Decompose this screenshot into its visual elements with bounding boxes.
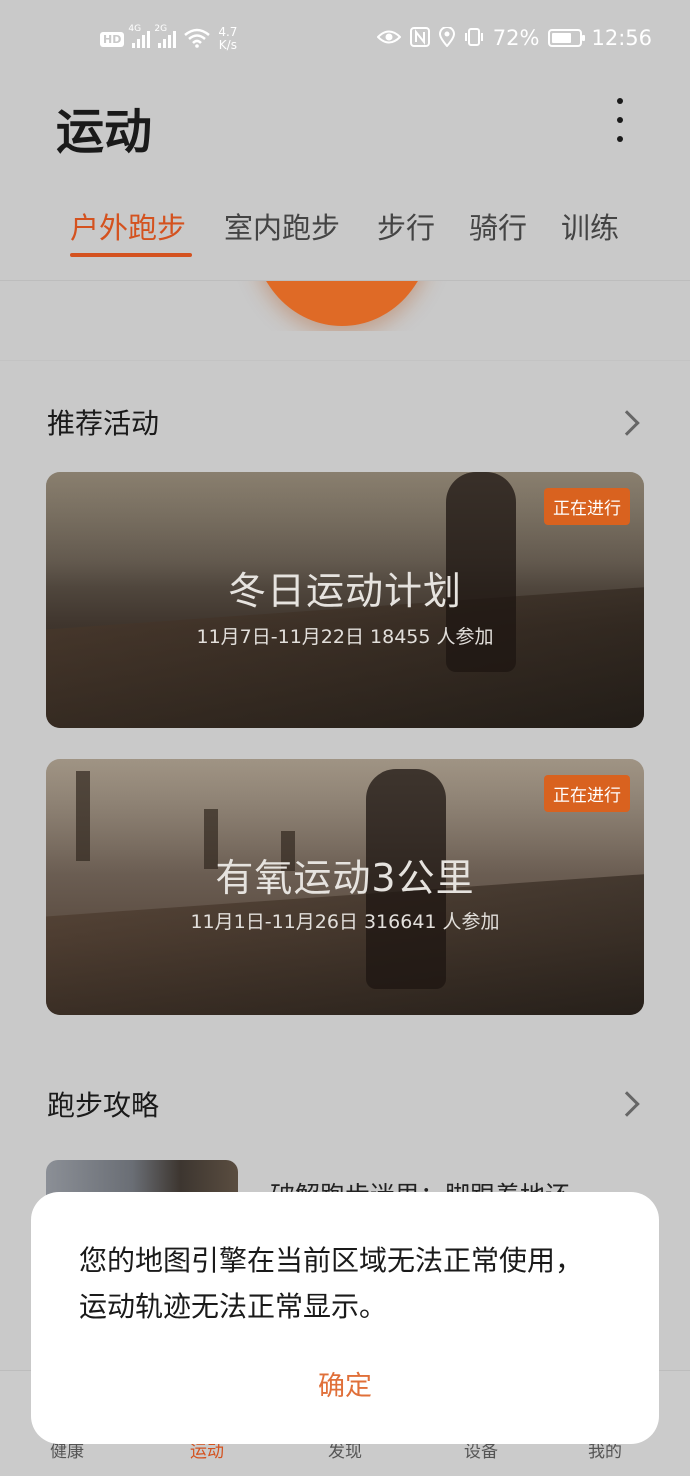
more-options-icon[interactable] <box>608 98 632 142</box>
activity-card[interactable]: 正在进行 有氧运动3公里 11月1日-11月26日 316641 人参加 <box>46 759 644 1015</box>
status-badge: 正在进行 <box>544 775 630 812</box>
clock: 12:56 <box>591 26 652 50</box>
activity-meta: 11月1日-11月26日 316641 人参加 <box>190 911 500 933</box>
guide-section-title: 跑步攻略 <box>47 1089 160 1122</box>
network-speed: 4.7 K/s <box>218 26 237 52</box>
network-type-label: 4G <box>128 24 142 34</box>
status-badge: 正在进行 <box>544 488 630 525</box>
tab-cycling[interactable]: 骑行 <box>469 205 527 247</box>
map-engine-dialog: 您的地图引擎在当前区域无法正常使用，运动轨迹无法正常显示。 确定 <box>31 1192 659 1444</box>
dialog-message: 您的地图引擎在当前区域无法正常使用，运动轨迹无法正常显示。 <box>79 1244 584 1323</box>
activity-meta: 11月7日-11月22日 18455 人参加 <box>196 626 494 648</box>
wifi-icon <box>184 28 211 51</box>
eye-comfort-icon <box>376 28 402 49</box>
start-button-clip <box>0 281 690 331</box>
cellular-signal-icon-2: 2G <box>154 24 177 48</box>
tab-training[interactable]: 训练 <box>561 205 619 247</box>
speed-unit: K/s <box>218 38 237 52</box>
vibrate-icon <box>464 27 484 50</box>
recommended-section-title: 推荐活动 <box>47 407 160 440</box>
hd-badge: HD <box>100 31 125 47</box>
page-title: 运动 <box>56 104 153 160</box>
location-icon <box>438 25 455 50</box>
network-type-label-2: 2G <box>154 24 168 34</box>
nfc-icon <box>409 26 430 50</box>
activity-card[interactable]: 正在进行 冬日运动计划 11月7日-11月22日 18455 人参加 <box>46 472 644 728</box>
status-bar: HD 4G 2G 4.7 K/s 72% 12:56 <box>0 0 690 80</box>
activity-title: 冬日运动计划 <box>227 569 462 613</box>
cellular-signal-icon: 4G <box>128 24 151 48</box>
tab-walking[interactable]: 步行 <box>377 205 435 247</box>
chevron-right-icon[interactable] <box>614 1091 640 1117</box>
battery-icon <box>548 29 586 47</box>
confirm-button[interactable]: 确定 <box>31 1364 659 1403</box>
activity-title: 有氧运动3公里 <box>215 856 475 900</box>
active-tab-indicator <box>70 253 192 257</box>
tab-indoor-running[interactable]: 室内跑步 <box>224 205 340 247</box>
chevron-right-icon[interactable] <box>614 410 640 436</box>
battery-percent: 72% <box>492 26 540 50</box>
tab-outdoor-running[interactable]: 户外跑步 <box>70 205 186 247</box>
status-left: HD 4G 2G 4.7 K/s <box>100 24 237 52</box>
start-button[interactable] <box>252 281 432 326</box>
status-right: 72% 12:56 <box>376 25 652 50</box>
